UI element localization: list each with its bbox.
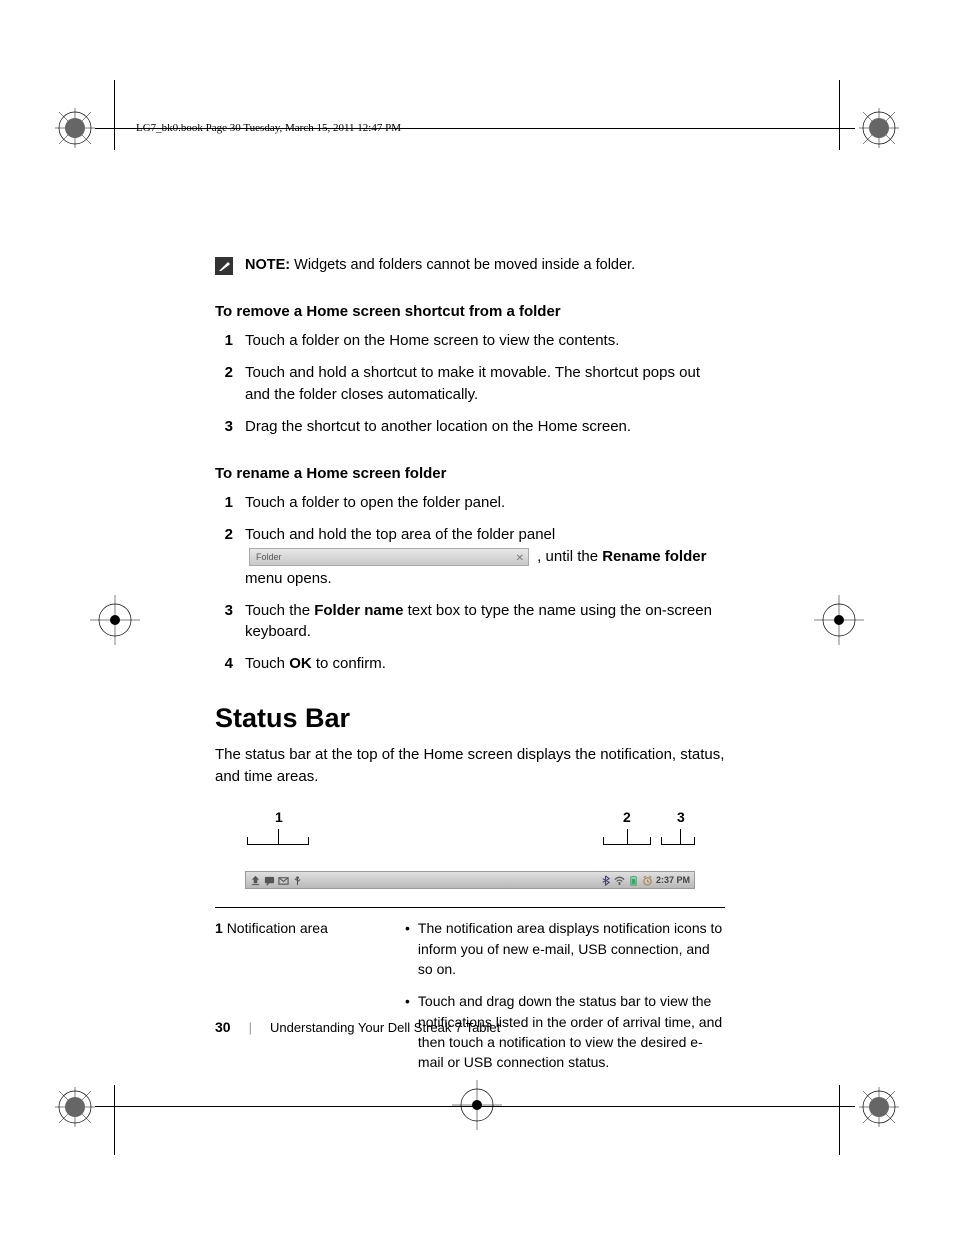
- note-block: NOTE: Widgets and folders cannot be move…: [215, 255, 725, 275]
- steps-rename: 1Touch a folder to open the folder panel…: [215, 492, 725, 675]
- bluetooth-icon: [600, 875, 611, 886]
- usb-icon: [292, 875, 303, 886]
- crop-target-right: [814, 595, 864, 645]
- page-content: NOTE: Widgets and folders cannot be move…: [215, 255, 725, 1084]
- crop-line-bottom: [95, 1106, 855, 1107]
- step-text: Touch and hold a shortcut to make it mov…: [245, 362, 725, 406]
- note-label: NOTE:: [245, 257, 290, 273]
- crop-target-left: [90, 595, 140, 645]
- footer-separator: |: [249, 1020, 252, 1035]
- step-text: Touch OK to confirm.: [245, 653, 725, 675]
- crop-tick-br-v: [839, 1085, 840, 1155]
- statusbar-time: 2:37 PM: [656, 875, 690, 885]
- wifi-icon: [614, 875, 625, 886]
- battery-icon: [628, 875, 639, 886]
- page-footer: 30 | Understanding Your Dell Streak 7 Ta…: [215, 1019, 500, 1035]
- note-icon: [215, 257, 233, 275]
- upload-icon: [250, 875, 261, 886]
- steps-remove: 1Touch a folder on the Home screen to vi…: [215, 330, 725, 437]
- chat-icon: [264, 875, 275, 886]
- header-line: LG7_bk0.book Page 30 Tuesday, March 15, …: [136, 122, 401, 134]
- statusbar-notification-area: [250, 875, 303, 886]
- step-text: Touch the Folder name text box to type t…: [245, 600, 725, 644]
- step-text: Touch a folder to open the folder panel.: [245, 492, 725, 514]
- statusbar-intro: The status bar at the top of the Home sc…: [215, 744, 725, 788]
- note-text: NOTE: Widgets and folders cannot be move…: [245, 255, 635, 275]
- step-text: Touch a folder on the Home screen to vie…: [245, 330, 725, 352]
- footer-title: Understanding Your Dell Streak 7 Tablet: [270, 1020, 500, 1035]
- diagram-label-1: 1: [275, 809, 283, 825]
- table-row-1: 1 Notification area The notification are…: [215, 918, 725, 1084]
- step-text: Drag the shortcut to another location on…: [245, 416, 725, 438]
- table-right: The notification area displays notificat…: [405, 918, 725, 1084]
- diagram-label-2: 2: [623, 809, 631, 825]
- crop-target-bottom: [452, 1080, 502, 1130]
- subhead-remove: To remove a Home screen shortcut from a …: [215, 303, 725, 320]
- close-icon: ✕: [516, 551, 524, 567]
- crop-mark-tl: [55, 108, 95, 148]
- table-rule: [215, 907, 725, 908]
- diagram-label-3: 3: [677, 809, 685, 825]
- table-left: 1 Notification area: [215, 918, 385, 1084]
- statusbar-status-area: 2:37 PM: [600, 875, 690, 886]
- note-body: Widgets and folders cannot be moved insi…: [294, 257, 635, 273]
- alarm-icon: [642, 875, 653, 886]
- crop-mark-tr: [859, 108, 899, 148]
- crop-tick-tr-v: [839, 80, 840, 150]
- folder-title-bar: Folder ✕: [249, 548, 529, 566]
- section-heading-statusbar: Status Bar: [215, 703, 725, 734]
- statusbar-diagram: 1 2 3: [245, 809, 695, 859]
- step-text: Touch and hold the top area of the folde…: [245, 524, 725, 590]
- crop-tick-bl-v: [114, 1085, 115, 1155]
- crop-tick-tl-v: [114, 80, 115, 150]
- page-number: 30: [215, 1019, 231, 1035]
- bullet-text: The notification area displays notificat…: [418, 918, 725, 979]
- crop-mark-br: [859, 1087, 899, 1127]
- crop-mark-bl: [55, 1087, 95, 1127]
- statusbar-image: 2:37 PM: [245, 871, 695, 889]
- mail-icon: [278, 875, 289, 886]
- subhead-rename: To rename a Home screen folder: [215, 465, 725, 482]
